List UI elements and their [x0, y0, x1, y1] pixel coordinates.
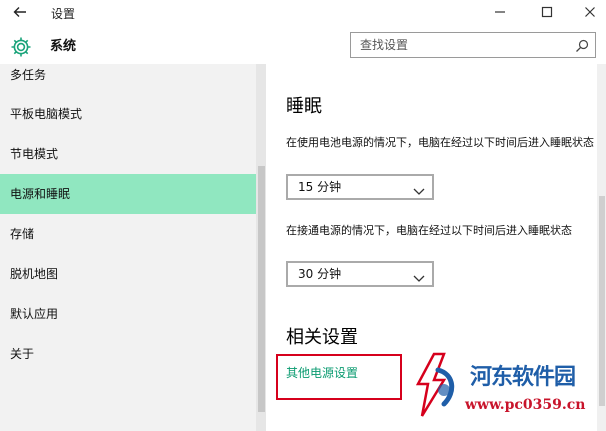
sidebar-item-multitasking[interactable]: 多任务: [0, 64, 256, 95]
search-input[interactable]: [351, 33, 571, 57]
close-icon[interactable]: [570, 2, 606, 26]
gear-icon: [9, 35, 33, 59]
sidebar: 多任务 平板电脑模式 节电模式 电源和睡眠 存储 脱机地图 默认应用 关于: [0, 64, 266, 431]
page-title: 系统: [50, 39, 77, 54]
highlight-box: [276, 354, 402, 400]
back-arrow-icon[interactable]: [9, 4, 31, 24]
settings-header: 系统: [0, 30, 606, 64]
sidebar-item-battery-saver[interactable]: 节电模式: [0, 134, 256, 174]
title-bar: 设置: [0, 0, 606, 30]
related-settings-title: 相关设置: [286, 327, 358, 348]
sidebar-item-default-apps[interactable]: 默认应用: [0, 294, 256, 334]
watermark-name: 河东软件园: [470, 364, 576, 390]
plugged-sleep-dropdown[interactable]: 30 分钟: [286, 261, 434, 287]
sidebar-item-tablet-mode[interactable]: 平板电脑模式: [0, 94, 256, 134]
search-box[interactable]: [350, 32, 596, 58]
plugged-sleep-description: 在接通电源的情况下，电脑在经过以下时间后进入睡眠状态: [286, 224, 572, 237]
maximize-icon[interactable]: [527, 2, 567, 26]
sidebar-item-power-sleep[interactable]: 电源和睡眠: [0, 174, 256, 214]
sleep-section-title: 睡眠: [286, 96, 322, 117]
watermark: 河东软件园 www.pc0359.cn: [410, 350, 606, 431]
plugged-sleep-value: 30 分钟: [298, 267, 342, 281]
sidebar-scrollbar-thumb[interactable]: [258, 166, 265, 412]
chevron-down-icon: [413, 181, 425, 195]
search-icon[interactable]: [575, 38, 589, 52]
battery-sleep-description: 在使用电池电源的情况下，电脑在经过以下时间后进入睡眠状态: [286, 136, 594, 149]
watermark-logo-icon: [410, 350, 462, 420]
minimize-icon[interactable]: [480, 2, 520, 26]
battery-sleep-dropdown[interactable]: 15 分钟: [286, 174, 434, 200]
watermark-url: www.pc0359.cn: [465, 397, 586, 413]
sidebar-item-storage[interactable]: 存储: [0, 214, 256, 254]
chevron-down-icon: [413, 268, 425, 282]
sidebar-item-offline-maps[interactable]: 脱机地图: [0, 254, 256, 294]
battery-sleep-value: 15 分钟: [298, 180, 342, 194]
window-title: 设置: [51, 7, 76, 21]
sidebar-item-about[interactable]: 关于: [0, 334, 256, 374]
